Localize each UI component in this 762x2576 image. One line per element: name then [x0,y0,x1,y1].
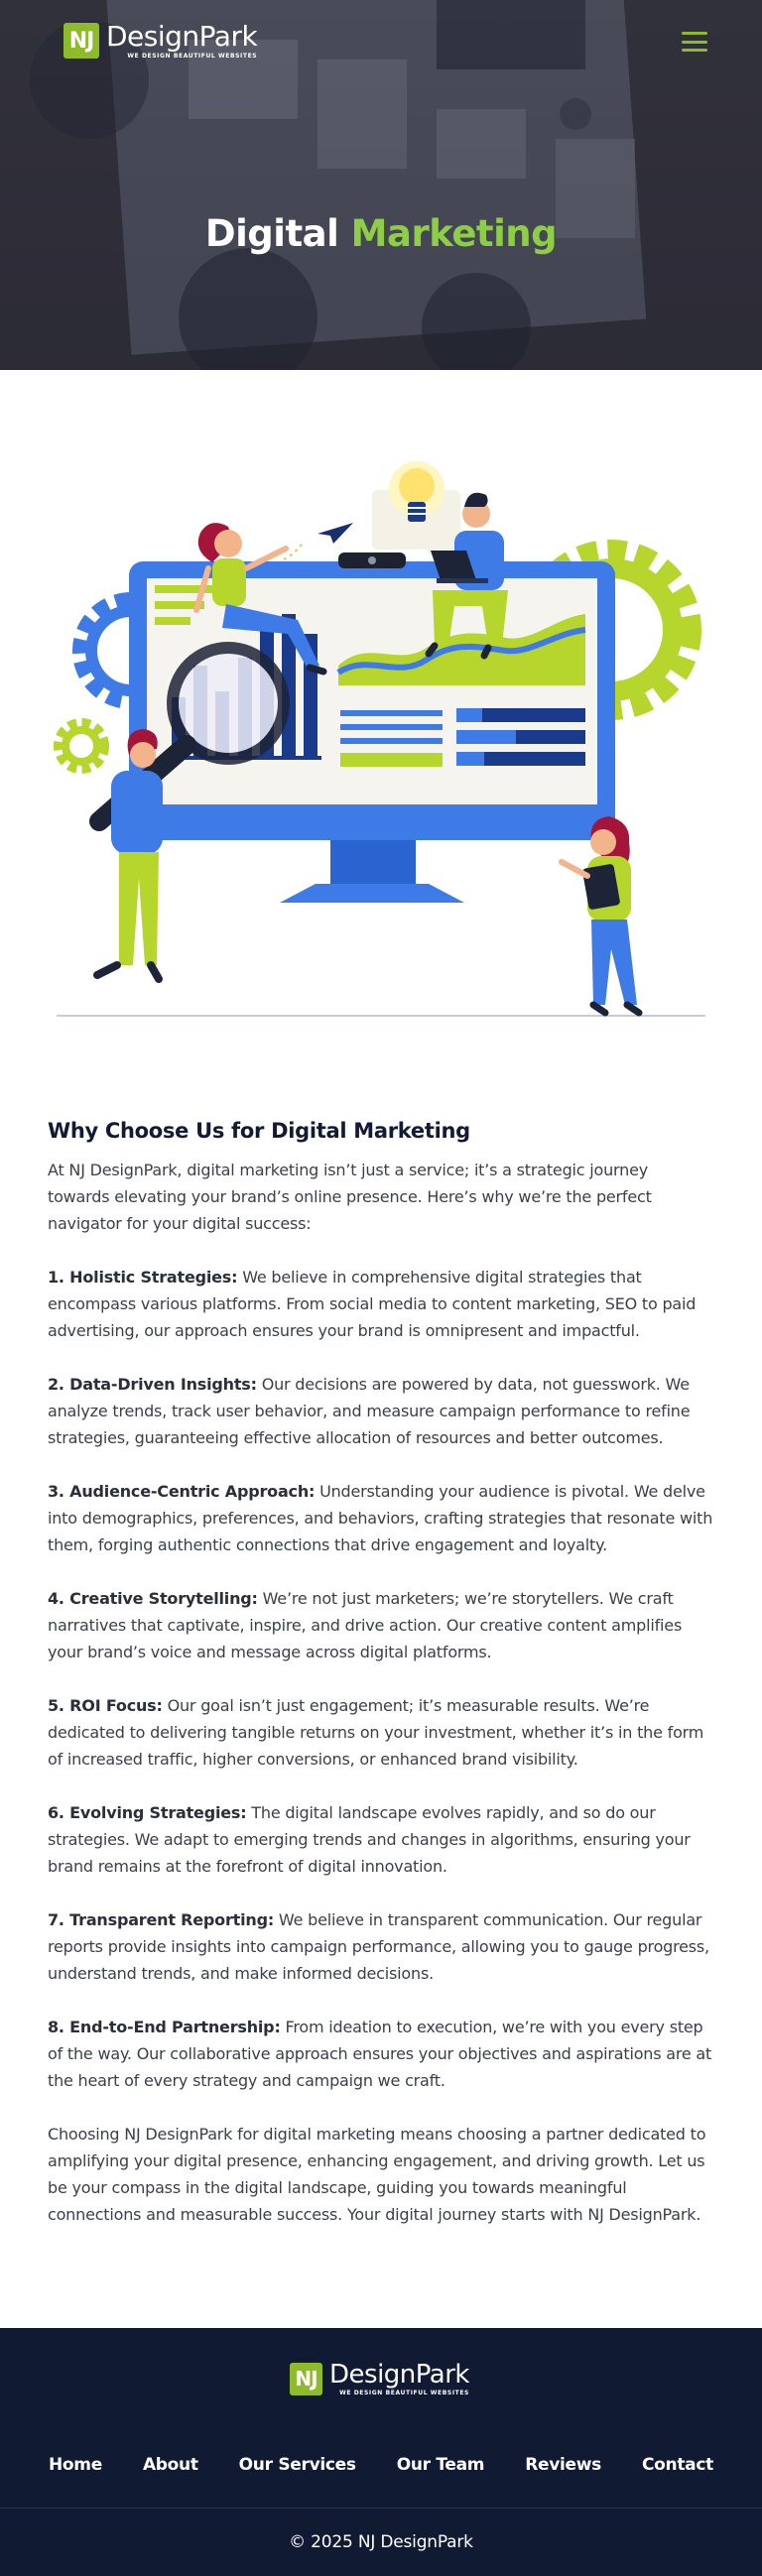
page-title: Digital Marketing [0,212,762,255]
person-figure [559,816,643,1017]
closing-paragraph: Choosing NJ DesignPark for digital marke… [48,2125,706,2224]
lightbulb-icon [372,461,460,561]
footer-link-team[interactable]: Our Team [397,2455,485,2475]
logo-text: DesignPark WE DESIGN BEAUTIFUL WEBSITES [106,20,258,61]
site-footer: NJ DesignPark WE DESIGN BEAUTIFUL WEBSIT… [0,2328,762,2576]
benefits-list: 1. Holistic Strategies: We believe in co… [48,1264,714,2094]
illustration-svg [54,461,705,1017]
benefit-title: 6. Evolving Strategies: [48,1803,247,1822]
benefit-title: 1. Holistic Strategies: [48,1268,238,1287]
menu-line [682,49,707,52]
benefit-item: 2. Data-Driven Insights: Our decisions a… [48,1371,714,1451]
digital-marketing-illustration [0,370,762,1061]
footer-link-reviews[interactable]: Reviews [525,2455,601,2475]
footer-link-home[interactable]: Home [49,2455,102,2475]
footer-link-contact[interactable]: Contact [642,2455,713,2475]
benefit-item: 8. End-to-End Partnership: From ideation… [48,2014,714,2094]
intro-paragraph: At NJ DesignPark, digital marketing isn’… [48,1161,652,1233]
main-content: Why Choose Us for Digital Marketing At N… [0,1061,762,2328]
logo-name: DesignPark [106,20,258,53]
benefit-title: 2. Data-Driven Insights: [48,1375,257,1394]
benefit-title: 3. Audience-Centric Approach: [48,1482,316,1501]
benefit-item: 1. Holistic Strategies: We believe in co… [48,1264,714,1344]
page-title-plain: Digital [204,212,339,255]
benefit-item: 7. Transparent Reporting: We believe in … [48,1906,714,1987]
footer-nav: Home About Our Services Our Team Reviews… [0,2455,762,2475]
logo-name: DesignPark [329,2360,469,2390]
benefit-title: 4. Creative Storytelling: [48,1589,258,1608]
page-title-accent: Marketing [350,212,558,255]
benefit-item: 5. ROI Focus: Our goal isn’t just engage… [48,1692,714,1773]
footer-divider [0,2508,762,2509]
gear-icon [54,718,109,774]
site-logo[interactable]: NJ DesignPark WE DESIGN BEAUTIFUL WEBSIT… [64,20,258,61]
footer-link-about[interactable]: About [143,2455,198,2475]
copyright-text: © 2025 NJ DesignPark [289,2532,473,2552]
benefit-item: 6. Evolving Strategies: The digital land… [48,1799,714,1880]
menu-line [682,32,707,35]
logo-tagline: WE DESIGN BEAUTIFUL WEBSITES [127,53,258,60]
menu-line [682,40,707,44]
hamburger-menu-icon[interactable] [682,32,707,52]
logo-badge: NJ [64,23,99,59]
benefit-item: 3. Audience-Centric Approach: Understand… [48,1478,714,1558]
logo-text: DesignPark WE DESIGN BEAUTIFUL WEBSITES [329,2361,469,2396]
benefit-item: 4. Creative Storytelling: We’re not just… [48,1585,714,1665]
benefit-title: 7. Transparent Reporting: [48,1910,275,1929]
footer-logo[interactable]: NJ DesignPark WE DESIGN BEAUTIFUL WEBSIT… [290,2361,469,2396]
section-title: Why Choose Us for Digital Marketing [48,1119,470,1143]
hero-banner: NJ DesignPark WE DESIGN BEAUTIFUL WEBSIT… [0,0,762,370]
logo-tagline: WE DESIGN BEAUTIFUL WEBSITES [339,2390,469,2396]
footer-link-services[interactable]: Our Services [239,2455,356,2475]
benefit-title: 5. ROI Focus: [48,1696,163,1715]
logo-badge: NJ [290,2362,322,2395]
benefit-title: 8. End-to-End Partnership: [48,2018,281,2036]
